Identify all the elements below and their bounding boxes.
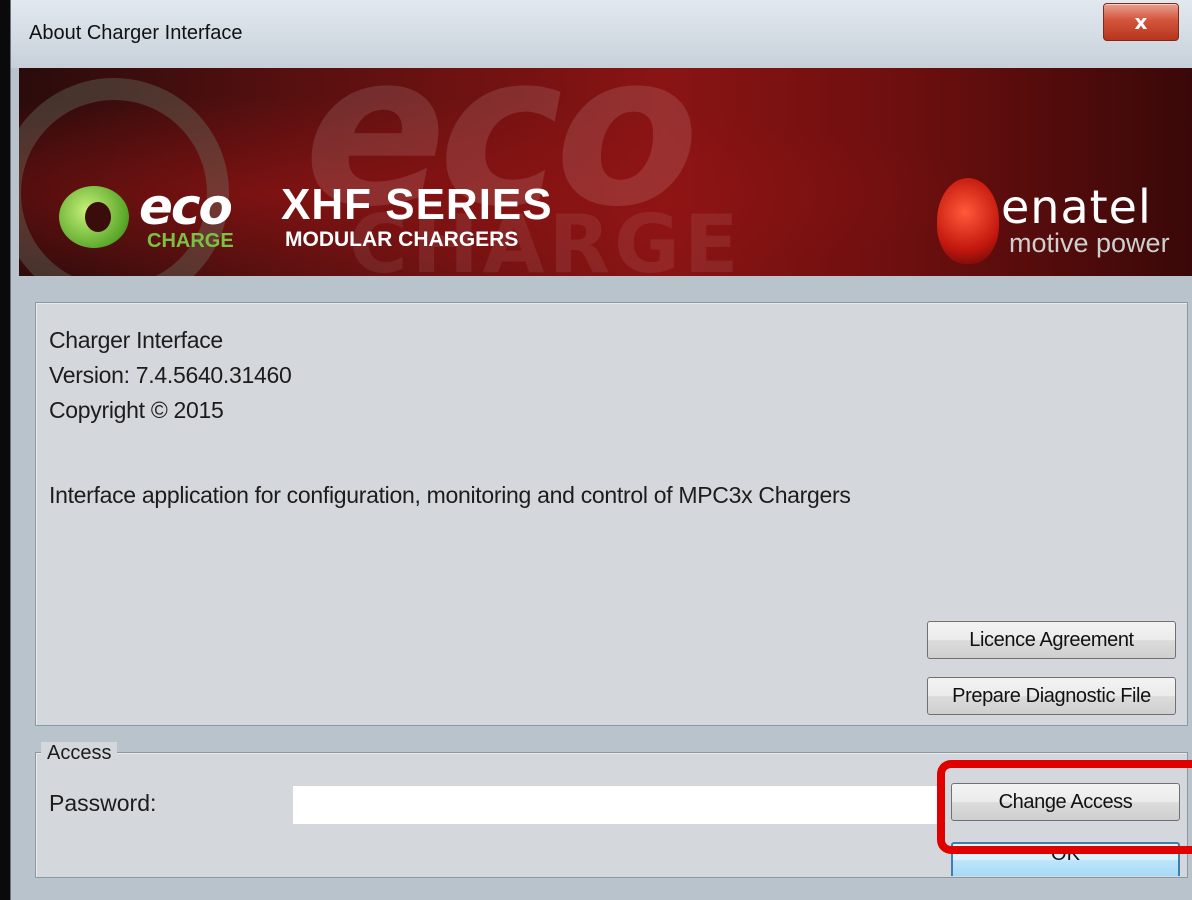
- title-bar: About Charger Interface x: [11, 0, 1192, 68]
- password-label: Password:: [49, 790, 157, 816]
- eco-logo-charge: CHARGE: [147, 230, 234, 252]
- brand-name: enatel: [1001, 180, 1152, 234]
- close-icon: x: [1134, 10, 1148, 34]
- product-copyright: Copyright © 2015: [49, 397, 224, 423]
- password-input[interactable]: [293, 786, 943, 824]
- product-version: Version: 7.4.5640.31460: [49, 362, 292, 388]
- series-title: XHF SERIES: [281, 180, 553, 229]
- window-title: About Charger Interface: [29, 22, 243, 44]
- brand-tagline: motive power: [1009, 228, 1170, 258]
- licence-agreement-button[interactable]: Licence Agreement: [927, 621, 1176, 659]
- highlight-annotation: [937, 760, 1192, 854]
- series-subtitle: MODULAR CHARGERS: [285, 228, 519, 251]
- product-description: Interface application for configuration,…: [49, 482, 851, 508]
- enatel-flame-icon: [937, 178, 999, 264]
- product-banner: eco CHARGE eco CHARGE XHF SERIES MODULAR…: [19, 68, 1192, 276]
- eco-logo-word: eco: [139, 178, 233, 236]
- product-name: Charger Interface: [49, 327, 223, 353]
- access-group-label: Access: [41, 742, 118, 765]
- prepare-diagnostic-file-button[interactable]: Prepare Diagnostic File: [927, 677, 1176, 715]
- close-button[interactable]: x: [1103, 3, 1179, 41]
- about-dialog: About Charger Interface x eco CHARGE eco…: [10, 0, 1192, 900]
- eco-leaf-icon: [59, 186, 129, 248]
